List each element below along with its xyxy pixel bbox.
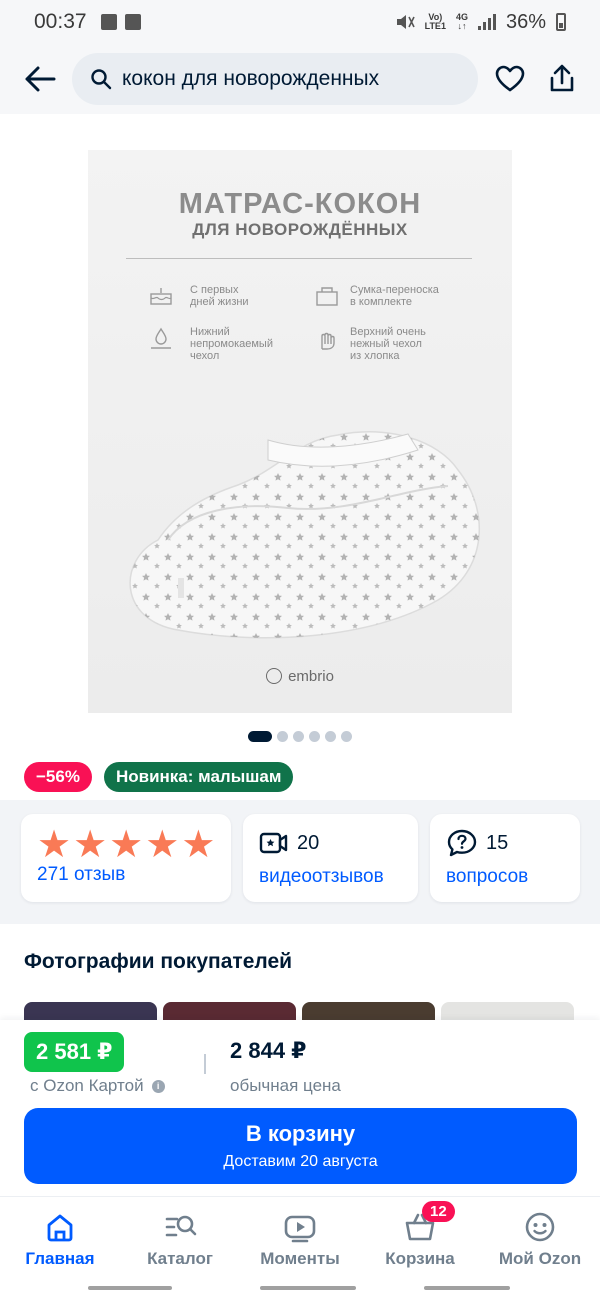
feature-carry-bag: Сумка-переноска в комплекте <box>350 284 439 308</box>
question-icon <box>447 829 477 857</box>
search-query: кокон для новорожденных <box>122 67 380 90</box>
mute-icon <box>396 15 415 29</box>
search-input[interactable]: кокон для новорожденных <box>72 53 478 105</box>
feature-first-days: С первых дней жизни <box>190 284 249 308</box>
feature-cotton-cover: Верхний очень нежный чехол из хлопка <box>350 326 426 362</box>
waterproof-icon <box>151 327 171 349</box>
new-badge[interactable]: Новинка: малышам <box>103 762 294 792</box>
brand-logo: embrio <box>88 668 512 685</box>
nav-catalog[interactable]: Каталог <box>120 1209 240 1269</box>
share-button[interactable] <box>542 57 582 101</box>
delivery-date-label: Доставим 20 августа <box>223 1153 378 1170</box>
rating-stars: ★ ★ ★ ★ ★ <box>37 826 215 864</box>
video-count: 20 <box>297 831 320 854</box>
nav-moments[interactable]: Моменты <box>240 1209 360 1269</box>
rating-card[interactable]: ★ ★ ★ ★ ★ 271 отзыв <box>21 814 231 902</box>
gesture-bar <box>260 1286 356 1290</box>
pager-dot[interactable] <box>277 731 288 742</box>
star-icon: ★ <box>73 824 108 866</box>
customer-photos-row <box>24 1002 574 1022</box>
info-icon[interactable]: i <box>151 1079 165 1093</box>
customer-photos-title: Фотографии покупателей <box>24 950 293 973</box>
share-icon <box>550 64 574 92</box>
star-icon: ★ <box>37 824 72 866</box>
reviews-link[interactable]: 271 отзыв <box>37 864 215 886</box>
regular-price-label: обычная цена <box>230 1076 341 1095</box>
questions-card[interactable]: 15 вопросов <box>430 814 580 902</box>
moments-icon <box>284 1215 316 1243</box>
volte-indicator: Vo) LTE1 <box>424 12 446 31</box>
video-reviews-link[interactable]: видеоотзывов <box>259 866 402 888</box>
search-icon <box>91 69 112 90</box>
nav-my-ozon[interactable]: Мой Ozon <box>480 1209 600 1269</box>
cake-icon <box>150 288 172 305</box>
favorite-button[interactable] <box>490 57 530 101</box>
star-icon: ★ <box>109 824 144 866</box>
mattress-illustration <box>129 431 481 639</box>
product-badges: −56% Новинка: малышам <box>24 762 294 792</box>
home-icon <box>47 1214 73 1242</box>
price-divider <box>204 1054 206 1074</box>
ozon-card-label[interactable]: с Ozon Картой i <box>30 1076 165 1096</box>
discount-badge: −56% <box>24 762 92 792</box>
brand-mark-icon <box>266 668 283 684</box>
customer-photo[interactable] <box>163 1002 296 1022</box>
add-to-cart-button[interactable]: В корзину Доставим 20 августа <box>24 1108 577 1184</box>
nav-cart[interactable]: 12 Корзина <box>360 1201 480 1269</box>
video-reviews-card[interactable]: 20 видеоотзывов <box>243 814 418 902</box>
image-pager[interactable] <box>248 731 352 742</box>
status-time: 00:37 <box>34 10 87 33</box>
star-icon: ★ <box>145 824 180 866</box>
battery-percent: 36% <box>505 10 546 33</box>
battery-icon <box>556 13 566 31</box>
check-notification-icon <box>124 14 141 30</box>
bag-icon <box>316 287 338 306</box>
pager-dot[interactable] <box>341 731 352 742</box>
pager-dot[interactable] <box>248 731 272 742</box>
pager-dot[interactable] <box>293 731 304 742</box>
bottom-navigation: Главная Каталог Моменты 12 Корзина Мой O… <box>0 1196 600 1298</box>
cart-count-badge: 12 <box>422 1201 455 1222</box>
gesture-bar <box>424 1286 510 1290</box>
back-arrow-icon <box>25 66 56 92</box>
questions-count: 15 <box>486 831 509 854</box>
signal-icon <box>477 14 496 30</box>
status-bar: 00:37 Vo) LTE1 4G ↓↑ 36% <box>0 0 600 44</box>
mobile-data-indicator: 4G ↓↑ <box>455 12 468 31</box>
ozon-card-price[interactable]: 2 581 ₽ <box>24 1032 125 1072</box>
gesture-bar <box>88 1286 172 1290</box>
pager-dot[interactable] <box>325 731 336 742</box>
heart-icon <box>495 65 525 92</box>
star-icon: ★ <box>181 824 216 866</box>
price-panel: 2 581 ₽ с Ozon Картой i 2 844 ₽ обычная … <box>0 1020 600 1196</box>
customer-photo[interactable] <box>441 1002 574 1022</box>
image-subtitle: ДЛЯ НОВОРОЖДЁННЫХ <box>192 220 408 239</box>
catalog-icon <box>165 1215 197 1237</box>
questions-link[interactable]: вопросов <box>446 866 564 888</box>
image-title: МАТРАС-КОКОН <box>178 188 422 220</box>
top-bar: кокон для новорожденных <box>0 44 600 114</box>
product-image[interactable]: МАТРАС-КОКОН ДЛЯ НОВОРОЖДЁННЫХ С первых … <box>88 150 512 713</box>
customer-photo[interactable] <box>24 1002 157 1022</box>
regular-price: 2 844 ₽ <box>230 1038 307 1063</box>
hand-icon <box>321 332 335 350</box>
gallery-notification-icon <box>100 14 117 30</box>
back-button[interactable] <box>18 57 62 101</box>
video-review-icon <box>259 832 288 854</box>
nav-home[interactable]: Главная <box>0 1209 120 1269</box>
pager-dot[interactable] <box>309 731 320 742</box>
feature-waterproof-cover: Нижний непромокаемый чехол <box>190 326 273 362</box>
add-to-cart-label: В корзину <box>245 1121 356 1146</box>
customer-photo[interactable] <box>302 1002 435 1022</box>
profile-smiley-icon <box>525 1212 555 1242</box>
